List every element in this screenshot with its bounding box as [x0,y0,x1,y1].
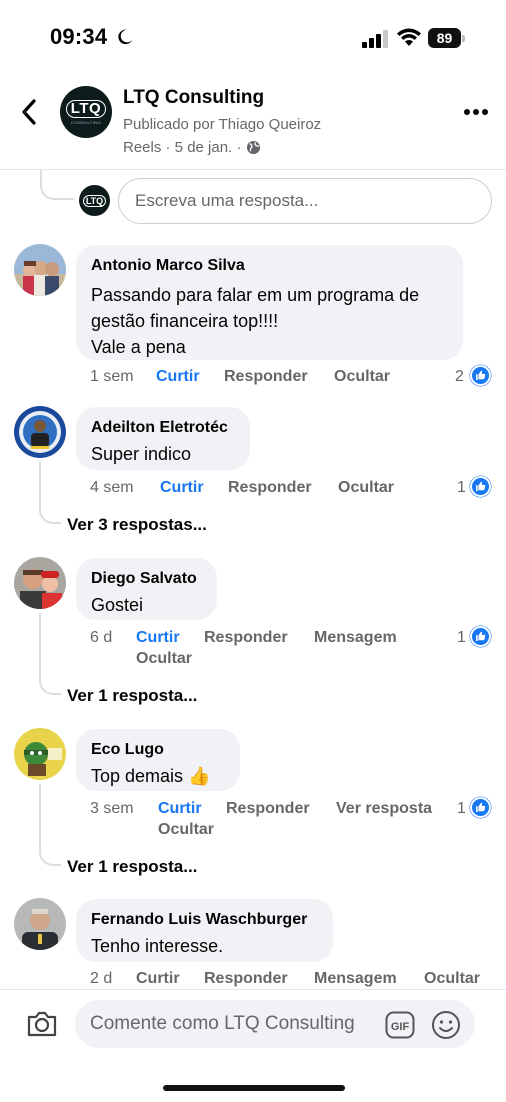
comment-text: Super indico [91,444,192,464]
reply-avatar: LTQ [79,185,110,216]
thread-connector [40,170,74,200]
gif-icon[interactable]: GIF [385,1011,415,1039]
comment-text: Passando para falar em um programa de ge… [91,282,448,360]
more-icon[interactable] [463,108,489,116]
hide-button[interactable]: Ocultar [158,821,214,839]
comment-text: Gostei [91,595,144,615]
comment-bubble[interactable]: Antonio Marco Silva Passando para falar … [76,245,463,360]
signal-icon [362,30,388,48]
status-bar: 09:34 89 [0,0,506,74]
posted-by: Publicado por Thiago Queiroz [123,116,322,133]
see-replies-link[interactable]: Ver 3 respostas... [67,515,207,535]
post-meta-text: Reels · 5 de jan. · [123,139,242,156]
home-indicator [163,1085,345,1091]
see-replies-link[interactable]: Ver 1 resposta... [67,857,197,877]
comment-bubble[interactable]: Fernando Luis Waschburger Tenho interess… [76,899,333,962]
comment-time: 4 sem [90,479,134,496]
like-button[interactable]: Curtir [158,800,202,818]
avatar-photo [14,244,66,296]
comment-time: 2 d [90,970,113,987]
header-divider [0,169,506,170]
comment-composer: Comente como LTQ Consulting GIF [0,990,506,1102]
page-name[interactable]: LTQ Consulting [123,87,264,109]
comment-author[interactable]: Antonio Marco Silva [91,255,448,277]
comment-text-line: gestão financeira top!!!! [91,311,279,331]
emoji-icon[interactable] [431,1010,461,1040]
reaction-count[interactable]: 1 [457,479,466,497]
like-button[interactable]: Curtir [156,368,200,386]
post-meta: Reels · 5 de jan. · [123,139,261,156]
comment-time: 3 sem [90,800,134,817]
hide-button[interactable]: Ocultar [424,970,480,988]
reply-button[interactable]: Responder [204,629,288,647]
post-header: LTQ CONSULTING LTQ Consulting Publicado … [0,74,506,170]
comment-time: 1 sem [90,368,134,385]
page-logo-text: LTQ [65,99,107,118]
hide-button[interactable]: Ocultar [136,650,192,668]
status-time: 09:34 [50,24,108,49]
comment-time: 6 d [90,629,113,646]
comment-bubble[interactable]: Diego Salvato Gostei [76,558,217,620]
like-button[interactable]: Curtir [160,479,204,497]
avatar[interactable] [14,898,66,950]
comment-bubble[interactable]: Eco Lugo Top demais 👍 [76,729,240,791]
comment-bubble[interactable]: Adeilton Eletrotéc Super indico [76,407,250,470]
avatar-photo [14,557,66,609]
moon-icon [118,29,133,45]
wifi-icon [397,28,421,46]
battery-level: 89 [428,28,461,48]
view-reply-button[interactable]: Ver resposta [336,800,432,818]
see-replies-link[interactable]: Ver 1 resposta... [67,686,197,706]
like-icon [470,365,491,386]
comment-author[interactable]: Adeilton Eletrotéc [91,417,235,439]
message-button[interactable]: Mensagem [314,629,397,647]
comment-text-line: Passando para falar em um programa de [91,285,420,305]
reaction-count[interactable]: 1 [457,629,466,647]
reply-input[interactable]: Escreva uma resposta... [118,178,492,224]
thread-connector [39,613,61,695]
back-icon[interactable] [18,98,42,126]
battery-indicator: 89 [428,28,466,48]
avatar-photo [14,406,66,458]
comment-text-line: Vale a pena [91,337,186,357]
comment-author[interactable]: Diego Salvato [91,568,202,590]
like-button[interactable]: Curtir [136,970,180,988]
reply-button[interactable]: Responder [224,368,308,386]
avatar[interactable] [14,557,66,609]
page-avatar[interactable]: LTQ CONSULTING [60,86,112,138]
svg-text:GIF: GIF [391,1021,410,1033]
avatar-photo [14,728,66,780]
thread-connector [39,784,61,866]
reply-button[interactable]: Responder [228,479,312,497]
reply-avatar-text: LTQ [82,194,107,207]
avatar[interactable] [14,244,66,296]
thread-connector [39,462,61,524]
comment-text: Tenho interesse. [91,936,224,956]
like-icon [470,797,491,818]
hide-button[interactable]: Ocultar [338,479,394,497]
avatar[interactable] [14,406,66,458]
message-button[interactable]: Mensagem [314,970,397,988]
comment-author[interactable]: Fernando Luis Waschburger [91,909,318,931]
like-icon [470,626,491,647]
reaction-count[interactable]: 1 [457,800,466,818]
reply-button[interactable]: Responder [204,970,288,988]
globe-icon [247,140,261,155]
like-button[interactable]: Curtir [136,629,180,647]
avatar-photo [14,898,66,950]
comment-author[interactable]: Eco Lugo [91,739,225,761]
like-icon [470,476,491,497]
camera-icon[interactable] [26,1010,58,1038]
hide-button[interactable]: Ocultar [334,368,390,386]
battery-tip [462,35,465,42]
comment-input[interactable]: Comente como LTQ Consulting [75,1000,475,1048]
avatar[interactable] [14,728,66,780]
reaction-count[interactable]: 2 [455,368,464,386]
page-logo-subtext: CONSULTING [71,119,101,125]
comment-text: Top demais 👍 [91,766,211,786]
reply-button[interactable]: Responder [226,800,310,818]
